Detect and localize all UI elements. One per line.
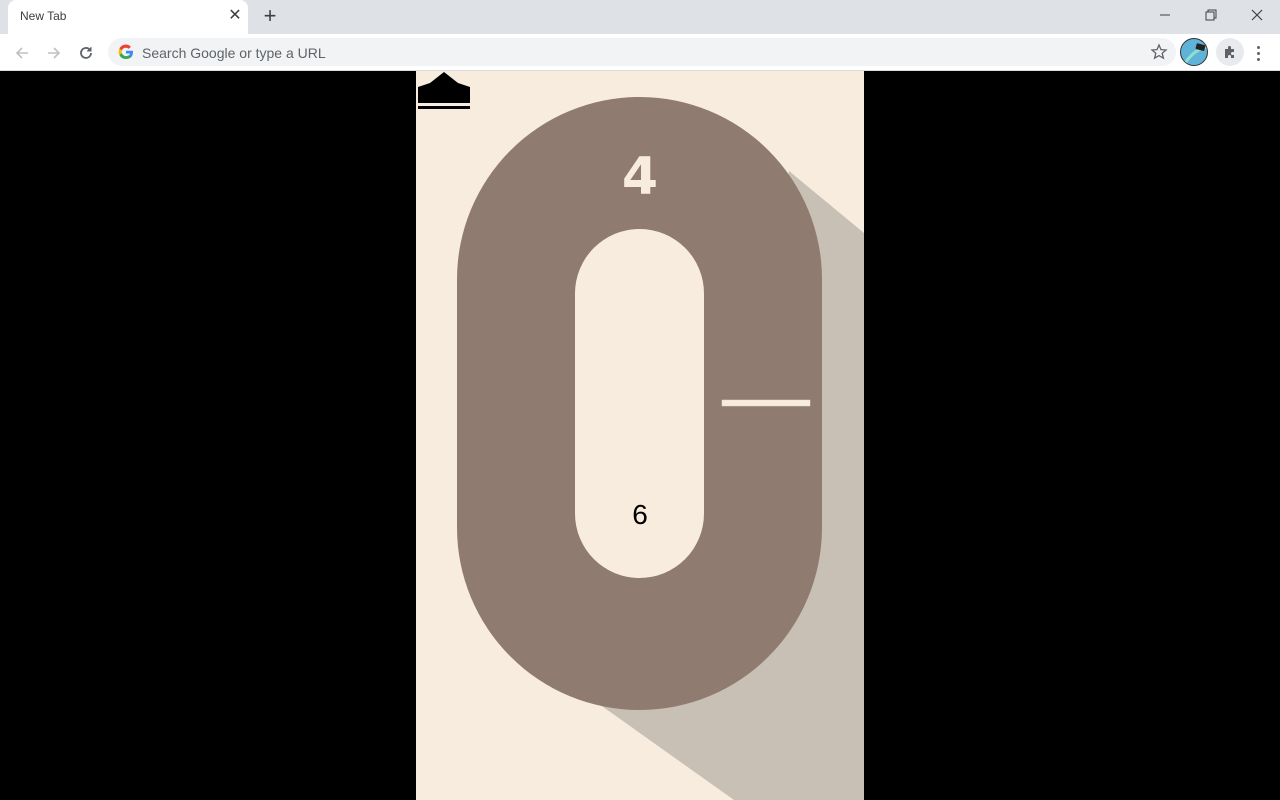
minimize-icon[interactable] [1142, 0, 1188, 30]
new-tab-plus-icon[interactable]: + [258, 5, 282, 29]
tab-close-icon[interactable]: ✕ [226, 7, 244, 25]
crown-icon [418, 72, 470, 109]
omnibox[interactable]: Search Google or type a URL [108, 38, 1176, 66]
bookmark-star-icon[interactable] [1150, 43, 1168, 61]
forward-arrow-icon[interactable] [40, 39, 68, 67]
reload-icon[interactable] [72, 39, 100, 67]
extensions-puzzle-icon[interactable] [1216, 38, 1244, 66]
back-arrow-icon[interactable] [8, 39, 36, 67]
best-score: 6 [632, 499, 648, 530]
tab-new-tab[interactable]: New Tab ✕ [8, 0, 248, 34]
tab-strip: New Tab ✕ + [0, 0, 1280, 34]
google-g-icon [118, 44, 133, 60]
tab-title: New Tab [20, 9, 67, 23]
browser-toolbar: Search Google or type a URL [0, 34, 1280, 71]
kebab-menu-icon[interactable] [1248, 39, 1268, 67]
current-score: 4 [621, 147, 659, 207]
restore-icon[interactable] [1188, 0, 1234, 30]
close-icon[interactable] [1234, 0, 1280, 30]
game-canvas[interactable]: 4 6 [416, 71, 864, 800]
omnibox-placeholder: Search Google or type a URL [142, 45, 326, 61]
player-bar [721, 399, 811, 407]
profile-avatar-icon[interactable] [1180, 38, 1208, 66]
page-viewport: 4 6 [0, 71, 1280, 800]
